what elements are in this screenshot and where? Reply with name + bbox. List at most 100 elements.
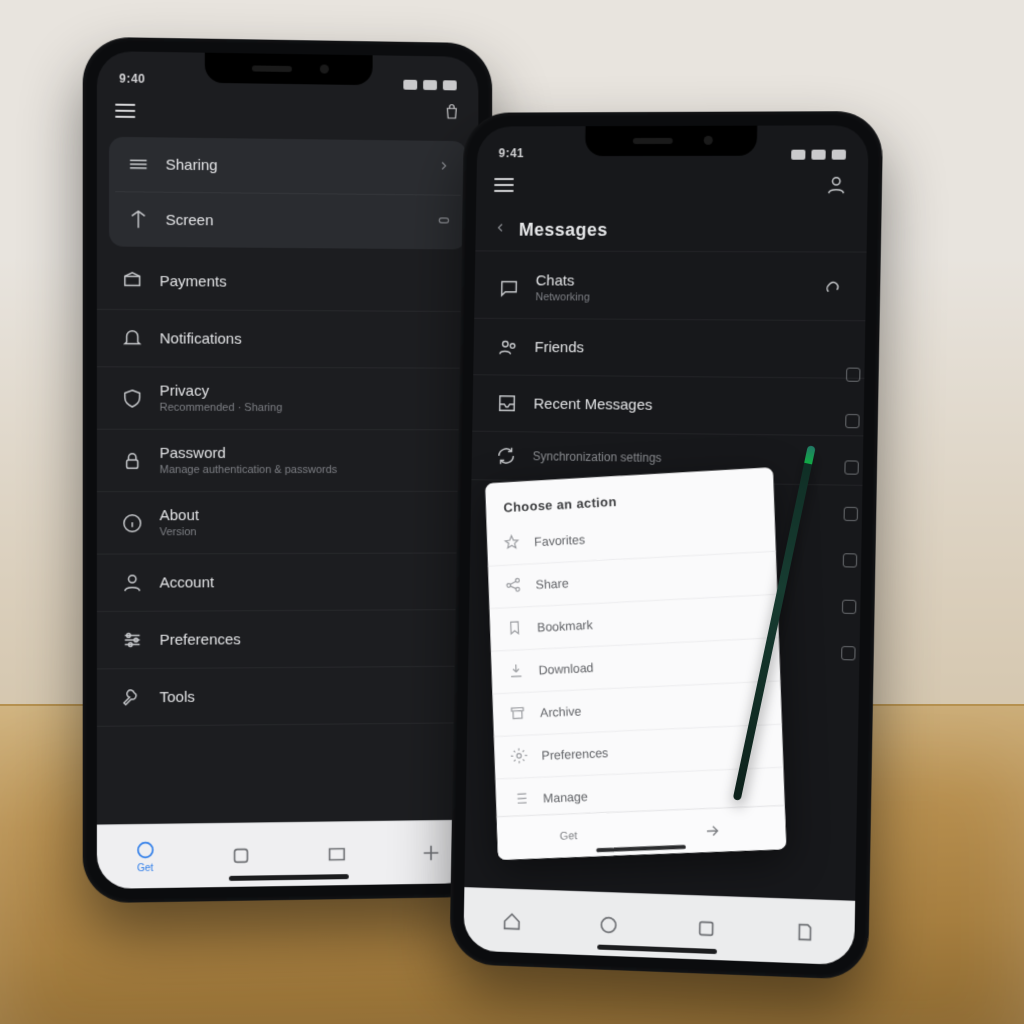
- chat-icon: [496, 275, 522, 301]
- list-item[interactable]: Friends: [473, 319, 865, 379]
- wallet-icon: [119, 268, 145, 294]
- battery-icon: [832, 150, 846, 160]
- slot-icon[interactable]: [844, 460, 858, 474]
- signal-icon: [403, 80, 417, 90]
- tab-label: Get: [137, 863, 153, 874]
- back-icon[interactable]: [493, 221, 507, 240]
- sheet-label: Manage: [543, 790, 588, 806]
- item-sub: Networking: [535, 291, 803, 304]
- sheet-label: Bookmark: [537, 618, 593, 635]
- slot-icon[interactable]: [845, 414, 859, 428]
- home-indicator[interactable]: [597, 945, 717, 955]
- slot-icon[interactable]: [843, 553, 857, 567]
- bookmark-icon: [505, 618, 525, 639]
- group-icon: [495, 334, 521, 360]
- sheet-label: Share: [536, 576, 569, 592]
- item-label: Notifications: [160, 330, 242, 347]
- toggle-icon: [437, 213, 451, 231]
- tab-1[interactable]: [501, 910, 523, 933]
- list-item[interactable]: Privacy Recommended · Sharing: [97, 367, 478, 430]
- item-sub: Recommended · Sharing: [160, 402, 457, 415]
- menu-icon[interactable]: [494, 178, 514, 192]
- wifi-icon: [811, 150, 825, 160]
- page-title: Messages: [519, 220, 608, 241]
- sheet-tab-2[interactable]: [703, 821, 722, 840]
- bag-icon[interactable]: [443, 102, 461, 127]
- sheet-label: Archive: [540, 704, 582, 720]
- notch: [585, 126, 758, 156]
- item-sub: Version: [160, 526, 457, 539]
- tab-bar: Get: [97, 820, 478, 889]
- list-item[interactable]: Password Manage authentication & passwor…: [97, 430, 478, 492]
- list-item[interactable]: Account: [97, 553, 478, 612]
- sheet-label: Favorites: [534, 533, 585, 550]
- screen-icon: [125, 206, 151, 232]
- slot-icon[interactable]: [842, 600, 856, 614]
- slot-icon[interactable]: [846, 368, 860, 382]
- gear-icon: [510, 746, 530, 767]
- row-label: Sharing: [166, 156, 424, 176]
- link-icon: [817, 276, 844, 302]
- header-row-sharing[interactable]: Sharing: [115, 137, 461, 196]
- item-sub: Manage authentication & passwords: [160, 464, 457, 476]
- person-icon[interactable]: [823, 172, 850, 198]
- item-label: Tools: [160, 688, 195, 705]
- header-row-screen[interactable]: Screen: [115, 192, 461, 249]
- user-icon: [119, 570, 145, 596]
- settings-list: Payments Notifications Privacy Recommend…: [97, 252, 478, 726]
- header-card: Sharing Screen: [109, 137, 467, 250]
- status-time: 9:41: [498, 146, 524, 160]
- item-label: Chats: [536, 272, 575, 289]
- home-indicator[interactable]: [229, 874, 349, 881]
- list-item[interactable]: Chats Networking: [474, 257, 866, 321]
- tab-4[interactable]: [794, 920, 817, 943]
- tab-4[interactable]: [420, 841, 442, 863]
- phone-right: 9:41 Messages Chats Networking: [449, 111, 883, 980]
- item-label: Privacy: [160, 383, 210, 400]
- home-indicator[interactable]: [596, 845, 686, 852]
- sheet-label: Download: [538, 661, 593, 677]
- list-item[interactable]: Notifications: [97, 310, 478, 369]
- star-icon: [503, 533, 523, 554]
- list-item[interactable]: Tools: [97, 667, 478, 727]
- item-label: Preferences: [160, 631, 241, 649]
- title-bar: Messages: [475, 204, 867, 253]
- item-label: Recent Messages: [533, 395, 652, 413]
- slot-icon[interactable]: [844, 507, 858, 521]
- signal-icon: [791, 150, 805, 160]
- tab-2[interactable]: [597, 913, 619, 936]
- item-label: Friends: [534, 339, 584, 356]
- list-item[interactable]: About Version: [97, 492, 478, 555]
- tab-3[interactable]: [326, 843, 348, 865]
- shield-icon: [119, 385, 145, 411]
- sheet-tab[interactable]: Get: [560, 830, 578, 843]
- menu-icon[interactable]: [115, 103, 135, 117]
- wrench-icon: [119, 684, 145, 710]
- archive-icon: [508, 704, 528, 725]
- download-icon: [507, 661, 527, 682]
- item-label: Payments: [160, 273, 227, 291]
- item-label: About: [160, 507, 199, 524]
- section-label: Synchronization settings: [533, 449, 662, 465]
- lock-icon: [119, 447, 145, 473]
- info-icon: [119, 510, 145, 536]
- battery-icon: [443, 80, 457, 90]
- notch: [205, 53, 373, 86]
- status-time: 9:40: [119, 71, 145, 85]
- list-item[interactable]: Recent Messages: [472, 375, 864, 436]
- wifi-icon: [423, 80, 437, 90]
- row-label: Screen: [166, 211, 424, 230]
- tab-2[interactable]: [230, 844, 252, 866]
- slot-icon[interactable]: [841, 646, 855, 660]
- item-label: Account: [160, 574, 215, 591]
- list-item[interactable]: Preferences: [97, 610, 478, 669]
- phone-left: 9:40 Sharing Screen: [83, 37, 492, 904]
- action-sheet: Choose an action Favorites Share Bookmar…: [485, 467, 786, 860]
- tab-3[interactable]: [695, 917, 717, 940]
- list-item[interactable]: Payments: [97, 252, 478, 312]
- share-icon: [504, 576, 524, 597]
- layers-icon: [125, 151, 151, 177]
- bell-icon: [119, 325, 145, 351]
- tab-bar: [463, 887, 855, 965]
- tab-home[interactable]: Get: [134, 839, 156, 875]
